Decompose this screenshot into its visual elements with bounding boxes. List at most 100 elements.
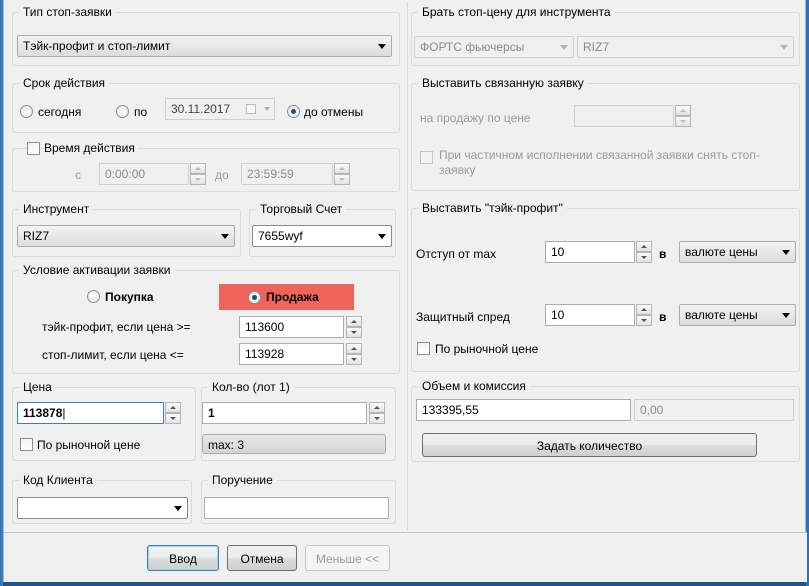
tp-price-field[interactable]: 113600 <box>239 316 344 338</box>
sl-condition-label: стоп-лимит, если цена <= <box>42 348 184 362</box>
linked-price-field[interactable] <box>574 105 674 127</box>
spin-up-icon[interactable] <box>636 304 652 315</box>
tp-market-checkbox[interactable] <box>417 342 430 355</box>
quantity-spinner[interactable] <box>369 402 385 424</box>
spread-spinner[interactable] <box>636 304 652 326</box>
tp-price-spinner[interactable] <box>346 316 362 338</box>
quantity-field[interactable]: 1 <box>202 402 367 424</box>
linked-order-legend: Выставить связанную заявку <box>418 76 588 90</box>
account-select[interactable]: 7655wyf <box>252 225 392 247</box>
order-note-field[interactable] <box>204 497 389 519</box>
stop-type-select[interactable]: Тэйк-профит и стоп-лимит <box>17 35 392 57</box>
spin-down-icon[interactable] <box>369 413 385 424</box>
spin-down-icon[interactable] <box>346 354 362 365</box>
take-profit-legend: Выставить "тэйк-профит" <box>418 201 567 215</box>
time-from-spinner[interactable] <box>190 163 206 185</box>
time-label: Время действия <box>44 141 138 155</box>
time-to-value: 23:59:59 <box>247 167 294 181</box>
price-spinner[interactable] <box>165 402 181 424</box>
sl-price-field[interactable]: 113928 <box>239 343 344 365</box>
time-to-label: до <box>215 168 229 182</box>
sell-radio[interactable] <box>248 291 261 304</box>
spin-up-icon[interactable] <box>636 241 652 252</box>
stop-order-dialog: Тип стоп-заявки Тэйк-профит и стоп-лимит… <box>3 0 807 582</box>
client-code-select[interactable] <box>17 497 188 519</box>
spin-up-icon[interactable] <box>369 402 385 413</box>
quantity-legend: Кол-во (лот 1) <box>208 380 294 394</box>
quantity-value: 1 <box>208 406 215 420</box>
price-field[interactable]: 113878| <box>17 402 164 424</box>
ok-button[interactable]: Ввод <box>147 545 219 571</box>
chevron-down-icon <box>264 107 270 111</box>
max-quantity-badge: max: 3 <box>202 434 386 454</box>
validity-date-field[interactable]: 30.11.2017 <box>165 98 275 120</box>
validity-until-radio[interactable] <box>116 105 129 118</box>
cancel-button[interactable]: Отмена <box>227 545 297 571</box>
price-market-label: По рыночной цене <box>37 438 141 452</box>
volume-field[interactable]: 133395,55 <box>416 399 631 421</box>
spread-unit-value: валюте цены <box>685 308 758 322</box>
time-to-field[interactable]: 23:59:59 <box>241 163 333 185</box>
market-value: ФОРТС фьючерсы <box>420 40 525 54</box>
spread-field[interactable]: 10 <box>545 304 635 326</box>
offset-unit-select[interactable]: валюте цены <box>679 241 796 263</box>
linked-cancel-checkbox[interactable] <box>420 151 433 164</box>
spin-down-icon[interactable] <box>190 174 206 185</box>
buy-label: Покупка <box>105 290 154 304</box>
buy-radio[interactable] <box>87 290 100 303</box>
spin-up-icon[interactable] <box>346 343 362 354</box>
spin-down-icon[interactable] <box>636 315 652 326</box>
calendar-icon[interactable] <box>246 104 256 114</box>
spread-unit-select[interactable]: валюте цены <box>679 304 796 326</box>
time-from-field[interactable]: 0:00:00 <box>99 163 189 185</box>
cancel-label: Отмена <box>240 552 284 566</box>
validity-until-cancel-radio[interactable] <box>287 105 300 118</box>
stop-type-legend: Тип стоп-заявки <box>19 5 116 19</box>
validity-legend: Срок действия <box>19 76 110 90</box>
set-quantity-button[interactable]: Задать количество <box>422 433 757 457</box>
offset-spinner[interactable] <box>636 241 652 263</box>
less-button[interactable]: Меньше << <box>305 545 390 571</box>
chevron-down-icon <box>780 45 788 50</box>
time-from-label: с <box>75 168 81 182</box>
spin-down-icon[interactable] <box>334 174 350 185</box>
offset-field[interactable]: 10 <box>545 241 635 263</box>
time-to-spinner[interactable] <box>334 163 350 185</box>
spin-down-icon[interactable] <box>346 327 362 338</box>
chevron-down-icon <box>782 313 790 318</box>
linked-price-spinner[interactable] <box>675 105 691 127</box>
offset-in-label: в <box>659 247 667 261</box>
price-legend: Цена <box>19 380 56 394</box>
client-code-legend: Код Клиента <box>19 473 97 487</box>
validity-date-value: 30.11.2017 <box>171 102 231 116</box>
chevron-down-icon <box>782 250 790 255</box>
sl-price-value: 113928 <box>245 347 285 361</box>
sl-price-spinner[interactable] <box>346 343 362 365</box>
validity-until-cancel-label: до отмены <box>304 105 364 119</box>
time-checkbox[interactable] <box>27 142 40 155</box>
source-instrument-select[interactable]: RIZ7 <box>577 36 794 58</box>
instrument-select[interactable]: RIZ7 <box>17 225 235 247</box>
spin-down-icon[interactable] <box>675 116 691 127</box>
spread-value: 10 <box>551 308 565 322</box>
activation-legend: Условие активации заявки <box>19 263 175 277</box>
validity-today-radio[interactable] <box>20 105 33 118</box>
chevron-down-icon <box>560 45 568 50</box>
spin-up-icon[interactable] <box>165 402 181 413</box>
linked-sell-label: на продажу по цене <box>420 111 531 125</box>
volume-value: 133395,55 <box>422 403 479 417</box>
ok-label: Ввод <box>169 552 197 566</box>
dialog-footer: Ввод Отмена Меньше << <box>4 532 807 582</box>
spin-up-icon[interactable] <box>190 163 206 174</box>
commission-field[interactable]: 0,00 <box>634 399 794 421</box>
spin-up-icon[interactable] <box>346 316 362 327</box>
spin-down-icon[interactable] <box>636 252 652 263</box>
price-market-checkbox[interactable] <box>20 438 33 451</box>
spin-up-icon[interactable] <box>675 105 691 116</box>
window-bottom-edge <box>3 582 806 586</box>
volume-legend: Объем и комиссия <box>418 379 530 393</box>
spin-down-icon[interactable] <box>165 413 181 424</box>
spin-up-icon[interactable] <box>334 163 350 174</box>
max-quantity-value: max: 3 <box>208 438 245 452</box>
market-select[interactable]: ФОРТС фьючерсы <box>414 36 574 58</box>
